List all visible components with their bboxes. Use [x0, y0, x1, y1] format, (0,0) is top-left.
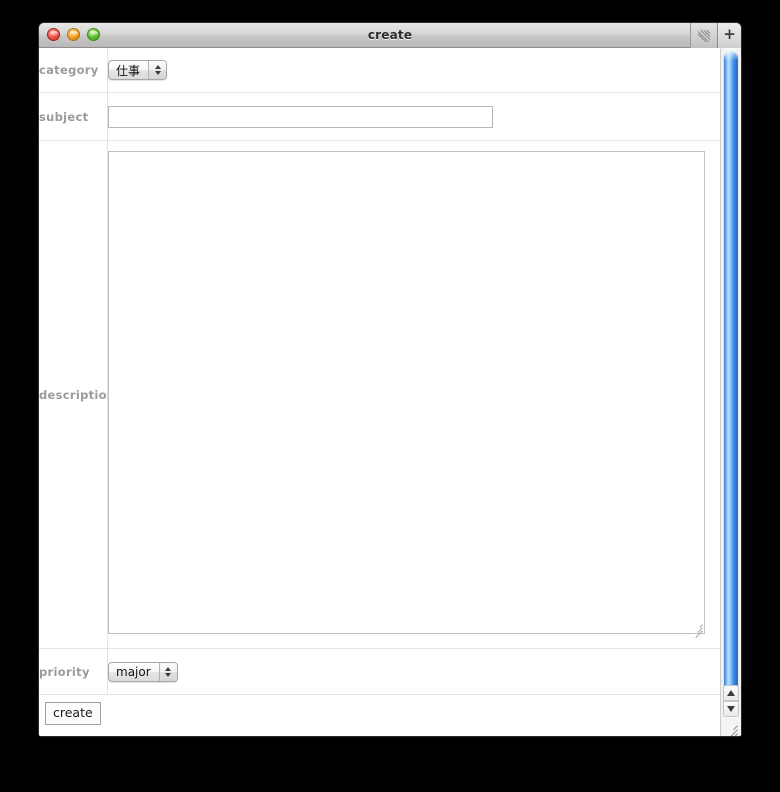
label-category: category: [39, 48, 108, 93]
triangle-up-icon: [165, 666, 172, 671]
field-subject: [108, 93, 721, 141]
field-priority: major: [108, 649, 721, 695]
label-description: description: [39, 140, 115, 649]
window-content: category 仕事 subject description priority…: [39, 48, 741, 736]
scrollbar-thumb[interactable]: [724, 51, 738, 693]
titlebar-right-controls: +: [690, 23, 741, 48]
triangle-up-icon: [727, 690, 735, 696]
form-row-description: description: [39, 140, 721, 649]
form-row-subject: subject: [39, 92, 721, 141]
category-select[interactable]: 仕事: [108, 60, 168, 81]
field-description: [108, 141, 721, 649]
description-input[interactable]: [108, 151, 705, 634]
label-subject: subject: [39, 92, 108, 141]
triangle-down-icon: [154, 71, 161, 76]
vertical-scrollbar[interactable]: [720, 48, 741, 736]
form-row-priority: priority major: [39, 648, 721, 695]
form-page: category 仕事 subject description priority…: [39, 48, 720, 736]
subject-input[interactable]: [108, 105, 493, 128]
window-resize-grip-icon[interactable]: [722, 718, 740, 736]
scrollbar-up-button[interactable]: [723, 685, 739, 701]
scrollbar-track[interactable]: [723, 50, 739, 701]
form-row-category: category 仕事: [39, 48, 720, 93]
diagonal-lines-icon[interactable]: [690, 23, 717, 48]
category-select-stepper-icon[interactable]: [148, 61, 167, 80]
create-button[interactable]: create: [45, 702, 101, 725]
priority-select-value: major: [116, 664, 151, 679]
triangle-up-icon: [154, 65, 161, 70]
label-priority: priority: [39, 648, 108, 695]
window-titlebar[interactable]: create +: [39, 23, 741, 48]
priority-select[interactable]: major: [108, 661, 178, 682]
form-footer: create: [39, 695, 720, 736]
scrollbar-down-button[interactable]: [723, 701, 739, 717]
priority-select-stepper-icon[interactable]: [158, 662, 177, 681]
add-tab-button[interactable]: +: [717, 23, 741, 48]
create-form: category 仕事 subject description priority…: [39, 48, 720, 695]
category-select-value: 仕事: [116, 63, 141, 78]
triangle-down-icon: [165, 672, 172, 677]
window-title: create: [367, 28, 413, 42]
application-window: create + category 仕事 subject description…: [38, 22, 742, 737]
field-category: 仕事: [108, 48, 721, 93]
triangle-down-icon: [727, 706, 735, 712]
description-wrapper: [108, 151, 705, 639]
